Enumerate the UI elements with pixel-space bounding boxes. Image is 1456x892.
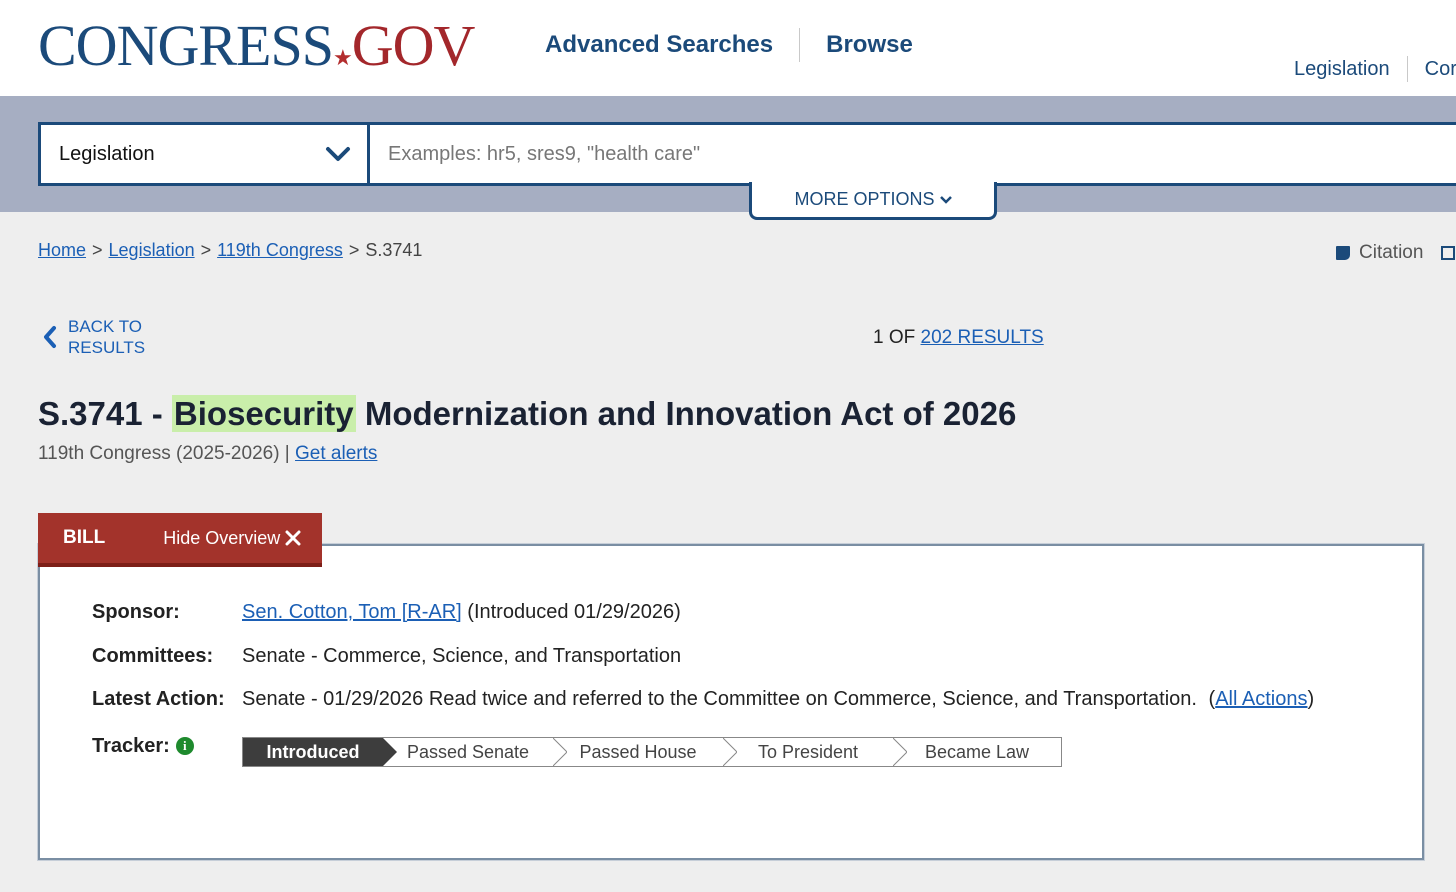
overview-tab-bar: BILL Hide Overview xyxy=(38,513,322,567)
advanced-searches-link[interactable]: Advanced Searches xyxy=(545,31,773,59)
citation-label: Citation xyxy=(1359,242,1424,263)
close-icon xyxy=(285,530,301,546)
bill-overview-panel: Sponsor: Sen. Cotton, Tom [R-AR] (Introd… xyxy=(38,544,1424,860)
introduced-date: (Introduced 01/29/2026) xyxy=(467,601,681,623)
all-actions-link[interactable]: All Actions xyxy=(1215,688,1307,710)
chevron-down-icon xyxy=(939,195,952,204)
committees-value: Senate - Commerce, Science, and Transpor… xyxy=(242,645,682,667)
breadcrumb-separator: > xyxy=(200,240,212,260)
tracker-step: Passed House xyxy=(553,738,737,766)
tracker-arrow-icon xyxy=(553,738,567,766)
breadcrumb-separator: > xyxy=(92,240,103,260)
tracker-label-wrap: Tracker: i xyxy=(92,735,242,758)
search-scope-select[interactable]: Legislation xyxy=(38,122,370,186)
logo-star-icon: ★ xyxy=(332,45,353,70)
info-icon[interactable]: i xyxy=(175,737,194,755)
bill-title: S.3741 - Biosecurity Modernization and I… xyxy=(38,395,1016,433)
hide-overview-button[interactable]: Hide Overview xyxy=(163,528,301,549)
logo-gov-text: GOV xyxy=(351,13,476,78)
tracker-arrow-icon xyxy=(723,738,737,766)
sponsor-value: Sen. Cotton, Tom [R-AR] (Introduced 01/2… xyxy=(242,601,681,624)
tracker-step: Introduced xyxy=(243,738,397,766)
legislation-nav-link[interactable]: Legislation xyxy=(1294,58,1390,81)
back-label-line2: RESULTS xyxy=(68,338,146,357)
tracker-step-label: Passed House xyxy=(579,741,697,762)
citation-icon xyxy=(1336,246,1350,260)
congress-gov-logo[interactable]: CONGRESS★GOV xyxy=(38,13,476,90)
search-input[interactable] xyxy=(367,122,1456,186)
bill-number: S.3741 - xyxy=(38,395,163,432)
results-link[interactable]: 202 RESULTS xyxy=(921,327,1044,348)
secondary-nav: Legislation Cor xyxy=(1294,56,1456,82)
tracker-step-label: To President xyxy=(757,741,859,762)
search-term-highlight: Biosecurity xyxy=(171,395,356,432)
latest-action-text: Senate - 01/29/2026 Read twice and refer… xyxy=(242,688,1197,710)
search-band: Legislation MORE OPTIONS xyxy=(0,96,1456,220)
tracker-step-label: Passed Senate xyxy=(406,741,530,762)
paren-close: ) xyxy=(1307,688,1315,710)
tracker-arrow-icon xyxy=(383,738,397,766)
chevron-left-icon xyxy=(44,326,56,348)
get-alerts-link[interactable]: Get alerts xyxy=(295,443,377,464)
bill-tab[interactable]: BILL xyxy=(63,527,105,549)
top-nav: Advanced Searches Browse xyxy=(545,28,913,62)
email-icon[interactable] xyxy=(1441,246,1456,260)
browse-link[interactable]: Browse xyxy=(826,31,913,59)
breadcrumb-home[interactable]: Home xyxy=(38,240,86,260)
committees-label: Committees: xyxy=(92,645,214,667)
bill-status-tracker: Introduced Passed Senate Passed House To Pr… xyxy=(242,737,1062,767)
sponsor-row: Sponsor: Sen. Cotton, Tom [R-AR] (Introd… xyxy=(92,601,681,624)
back-to-results-link[interactable]: BACK TO RESULTS xyxy=(42,316,145,358)
results-counter: 1 OF 202 RESULTS xyxy=(873,327,1044,349)
back-to-results-label: BACK TO RESULTS xyxy=(68,316,145,358)
breadcrumb: Home > Legislation >119th Congress > S.3741 xyxy=(38,240,422,261)
tracker-step: To President xyxy=(723,738,907,766)
latest-action-row: Latest Action: Senate - 01/29/2026 Read … xyxy=(92,688,1314,711)
latest-action-value: Senate - 01/29/2026 Read twice and refer… xyxy=(242,688,1314,711)
nav-divider xyxy=(799,28,801,62)
sponsor-link[interactable]: Sen. Cotton, Tom [R-AR] xyxy=(242,601,462,623)
more-options-button[interactable]: MORE OPTIONS xyxy=(749,182,997,220)
more-options-label: MORE OPTIONS xyxy=(794,189,935,209)
breadcrumb-legislation[interactable]: Legislation xyxy=(109,240,195,260)
logo-congress-text: CONGRESS xyxy=(38,13,334,78)
hide-overview-label: Hide Overview xyxy=(163,527,281,548)
tracker-step: Became Law xyxy=(893,738,1061,766)
breadcrumb-congress[interactable]: 119th Congress xyxy=(217,240,343,260)
citation-button[interactable]: Citation xyxy=(1336,242,1456,264)
congress-session: 119th Congress (2025-2026) | xyxy=(38,443,290,464)
search-scope-value: Legislation xyxy=(59,142,155,165)
latest-action-label: Latest Action: xyxy=(92,688,225,710)
committees-row: Committees: Senate - Commerce, Science, … xyxy=(92,645,681,668)
tracker-arrow-icon xyxy=(893,738,907,766)
results-prefix: 1 OF xyxy=(873,327,916,348)
bill-title-rest: Modernization and Innovation Act of 2026 xyxy=(364,395,1017,432)
breadcrumb-current: S.3741 xyxy=(365,240,423,260)
tracker-step: Passed Senate xyxy=(383,738,567,766)
tracker-label: Tracker: xyxy=(92,735,170,757)
chevron-down-icon xyxy=(326,147,350,161)
breadcrumb-separator: > xyxy=(348,240,360,260)
back-label-line1: BACK TO xyxy=(68,317,143,336)
tracker-step-label: Introduced xyxy=(266,741,360,762)
bill-congress-line: 119th Congress (2025-2026) | Get alerts xyxy=(38,443,377,465)
nav-divider xyxy=(1406,56,1408,82)
tracker-row: Tracker: i xyxy=(92,735,242,758)
sponsor-label: Sponsor: xyxy=(92,601,180,623)
congress-nav-link[interactable]: Cor xyxy=(1425,58,1456,81)
tracker-step-label: Became Law xyxy=(924,741,1030,762)
site-header: CONGRESS★GOV Advanced Searches Browse Le… xyxy=(0,0,1456,96)
